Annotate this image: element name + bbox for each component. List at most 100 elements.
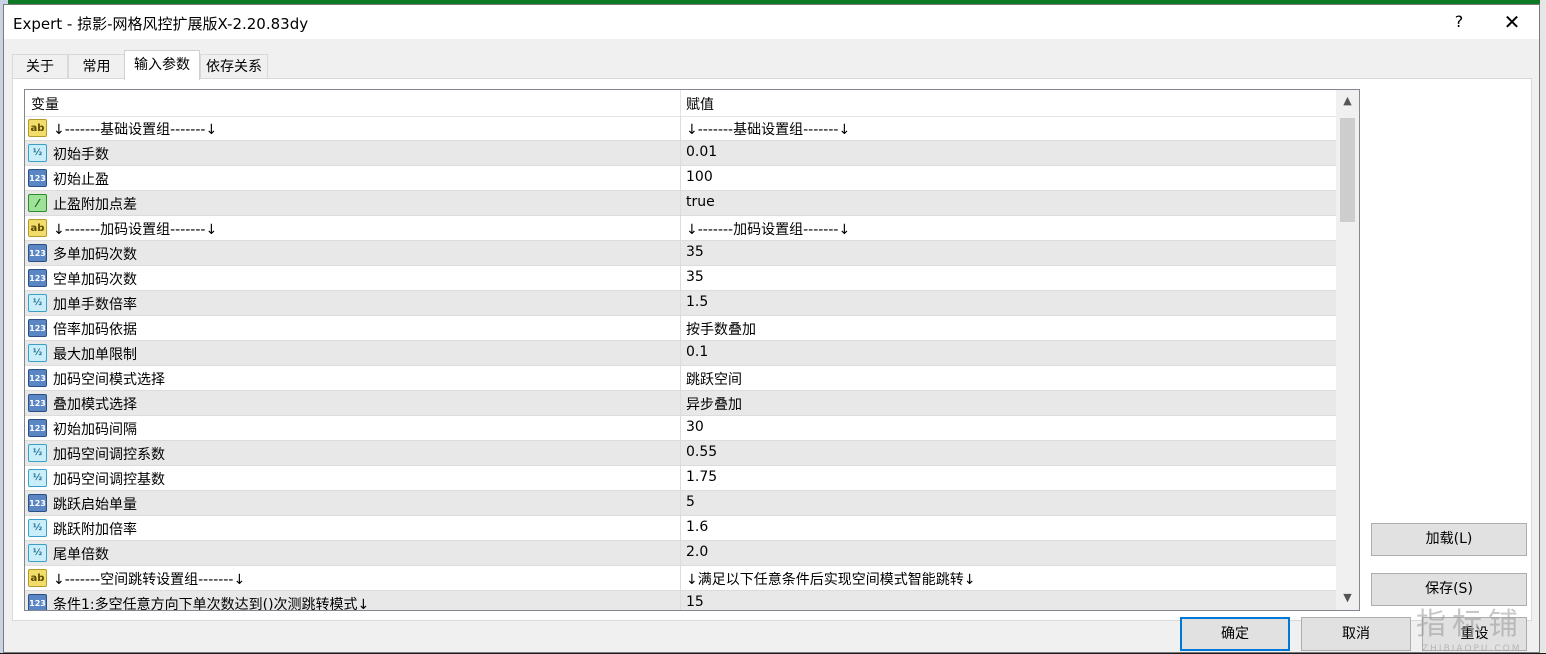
site-watermark-logo: 指标铺 ZHIBIAOPU.COM xyxy=(1416,608,1544,654)
parameter-value[interactable]: true xyxy=(686,194,715,210)
parameter-value[interactable]: 30 xyxy=(686,419,704,435)
parameter-row[interactable]: 123 跳跃启始单量 5 xyxy=(25,491,1336,516)
column-divider xyxy=(680,316,681,341)
parameter-name: 尾单倍数 xyxy=(53,547,109,563)
string-type-icon: ab xyxy=(28,119,47,137)
parameter-row[interactable]: 123 初始止盈 100 xyxy=(25,166,1336,191)
parameter-row[interactable]: ab ↓-------加码设置组-------↓ ↓-------加码设置组----… xyxy=(25,216,1336,241)
parameter-name: 条件1:多空任意方向下单次数达到()次测跳转模式↓ xyxy=(53,597,370,611)
parameter-name: 加码空间调控基数 xyxy=(53,472,165,488)
scroll-up-icon[interactable]: ▲ xyxy=(1336,90,1359,112)
tab-about[interactable]: 关于 xyxy=(12,54,68,78)
string-type-icon: ab xyxy=(28,219,47,237)
ok-button[interactable]: 确定 xyxy=(1180,617,1290,651)
parameter-row[interactable]: 123 条件1:多空任意方向下单次数达到()次测跳转模式↓ 15 xyxy=(25,591,1336,611)
save-button[interactable]: 保存(S) xyxy=(1371,573,1527,606)
parameter-value[interactable]: 1.75 xyxy=(686,469,717,485)
scroll-thumb[interactable] xyxy=(1340,118,1355,222)
expert-dialog: Expert - 掠影-网格风控扩展版X-2.20.83dy ? ✕ 关于 常用… xyxy=(3,4,1540,654)
integer-type-icon: 123 xyxy=(28,244,47,262)
integer-type-icon: 123 xyxy=(28,269,47,287)
parameter-row[interactable]: 123 空单加码次数 35 xyxy=(25,266,1336,291)
load-button[interactable]: 加载(L) xyxy=(1371,523,1527,556)
parameter-value[interactable]: 0.1 xyxy=(686,344,708,360)
bool-type-icon: ⁄ xyxy=(28,194,47,212)
column-divider xyxy=(680,366,681,391)
parameter-value[interactable]: 0.55 xyxy=(686,444,717,460)
double-type-icon: ½ xyxy=(28,469,47,487)
parameter-row[interactable]: 123 初始加码间隔 30 xyxy=(25,416,1336,441)
parameter-name: 倍率加码依据 xyxy=(53,322,137,338)
double-type-icon: ½ xyxy=(28,294,47,312)
parameter-name: ↓-------基础设置组-------↓ xyxy=(53,122,218,138)
parameter-value[interactable]: 异步叠加 xyxy=(686,394,742,414)
parameter-row[interactable]: 123 加码空间模式选择 跳跃空间 xyxy=(25,366,1336,391)
parameter-value[interactable]: ↓-------加码设置组-------↓ xyxy=(686,219,850,239)
column-divider xyxy=(680,516,681,541)
parameter-name: 空单加码次数 xyxy=(53,272,137,288)
help-button[interactable]: ? xyxy=(1444,9,1474,35)
parameter-row[interactable]: ½ 最大加单限制 0.1 xyxy=(25,341,1336,366)
cancel-button[interactable]: 取消 xyxy=(1301,617,1411,651)
parameter-value[interactable]: ↓满足以下任意条件后实现空间模式智能跳转↓ xyxy=(686,569,975,589)
column-divider xyxy=(680,466,681,491)
parameter-value[interactable]: 5 xyxy=(686,494,695,510)
parameter-row[interactable]: ½ 跳跃附加倍率 1.6 xyxy=(25,516,1336,541)
parameter-row[interactable]: 123 叠加模式选择 异步叠加 xyxy=(25,391,1336,416)
column-divider xyxy=(680,266,681,291)
parameter-value[interactable]: ↓-------基础设置组-------↓ xyxy=(686,119,850,139)
tab-dependencies[interactable]: 依存关系 xyxy=(200,54,268,78)
column-divider xyxy=(680,216,681,241)
integer-type-icon: 123 xyxy=(28,494,47,512)
parameter-value[interactable]: 35 xyxy=(686,244,704,260)
parameter-row[interactable]: ½ 初始手数 0.01 xyxy=(25,141,1336,166)
scroll-down-icon[interactable]: ▼ xyxy=(1336,587,1359,609)
double-type-icon: ½ xyxy=(28,519,47,537)
parameter-name: 加单手数倍率 xyxy=(53,297,137,313)
parameter-value[interactable]: 2.0 xyxy=(686,544,708,560)
column-divider xyxy=(680,441,681,466)
double-type-icon: ½ xyxy=(28,544,47,562)
column-divider xyxy=(680,491,681,516)
background-right-edge xyxy=(1540,0,1546,653)
parameter-name: 加码空间模式选择 xyxy=(53,372,165,388)
parameter-row[interactable]: ½ 加单手数倍率 1.5 xyxy=(25,291,1336,316)
parameter-row[interactable]: ½ 加码空间调控系数 0.55 xyxy=(25,441,1336,466)
header-value[interactable]: 赋值 xyxy=(686,94,714,114)
parameter-name: 止盈附加点差 xyxy=(53,197,137,213)
column-divider xyxy=(680,566,681,591)
column-divider xyxy=(680,541,681,566)
tab-inputs[interactable]: 输入参数 xyxy=(124,50,200,80)
parameter-row[interactable]: ab ↓-------基础设置组-------↓ ↓-------基础设置组----… xyxy=(25,116,1336,141)
parameter-value[interactable]: 15 xyxy=(686,594,704,610)
parameter-value[interactable]: 1.5 xyxy=(686,294,708,310)
header-divider[interactable] xyxy=(680,90,681,116)
column-divider xyxy=(680,291,681,316)
column-divider xyxy=(680,591,681,610)
column-divider xyxy=(680,391,681,416)
parameter-row[interactable]: 123 倍率加码依据 按手数叠加 xyxy=(25,316,1336,341)
parameter-value[interactable]: 0.01 xyxy=(686,144,717,160)
vertical-scrollbar[interactable]: ▲ ▼ xyxy=(1336,90,1359,610)
parameter-value[interactable]: 35 xyxy=(686,269,704,285)
parameter-name: 加码空间调控系数 xyxy=(53,447,165,463)
parameter-name: ↓-------空间跳转设置组-------↓ xyxy=(53,572,246,588)
parameter-row[interactable]: 123 多单加码次数 35 xyxy=(25,241,1336,266)
parameter-row[interactable]: ½ 加码空间调控基数 1.75 xyxy=(25,466,1336,491)
parameter-row[interactable]: ⁄ 止盈附加点差 true xyxy=(25,191,1336,216)
column-divider xyxy=(680,166,681,191)
close-button[interactable]: ✕ xyxy=(1494,9,1530,35)
title-bar: Expert - 掠影-网格风控扩展版X-2.20.83dy ? ✕ xyxy=(4,5,1539,39)
parameter-name: 初始止盈 xyxy=(53,172,109,188)
tab-common[interactable]: 常用 xyxy=(68,54,125,78)
parameter-value[interactable]: 跳跃空间 xyxy=(686,369,742,389)
header-variable[interactable]: 变量 xyxy=(31,94,59,114)
grid-rows: ab ↓-------基础设置组-------↓ ↓-------基础设置组----… xyxy=(25,116,1336,611)
parameter-value[interactable]: 1.6 xyxy=(686,519,708,535)
parameter-row[interactable]: ½ 尾单倍数 2.0 xyxy=(25,541,1336,566)
parameter-row[interactable]: ab ↓-------空间跳转设置组-------↓ ↓满足以下任意条件后实现空间模… xyxy=(25,566,1336,591)
column-divider xyxy=(680,141,681,166)
parameter-value[interactable]: 按手数叠加 xyxy=(686,319,756,339)
parameter-value[interactable]: 100 xyxy=(686,169,713,185)
double-type-icon: ½ xyxy=(28,344,47,362)
